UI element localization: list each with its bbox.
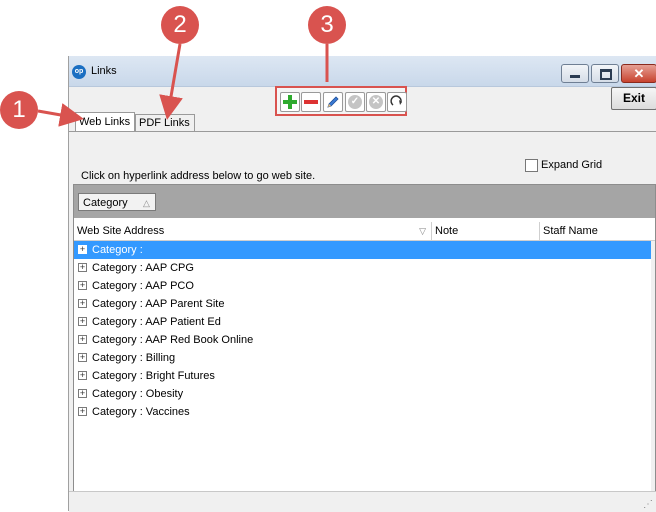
resize-grip-icon[interactable]: ⋰: [643, 499, 653, 510]
tab-divider: [69, 131, 656, 132]
maximize-button[interactable]: [591, 64, 619, 83]
close-icon: ✕: [633, 66, 645, 81]
group-row-label: Category : AAP PCO: [92, 280, 194, 292]
expand-icon[interactable]: +: [78, 353, 87, 362]
expand-icon[interactable]: +: [78, 281, 87, 290]
callout-1: 1: [0, 91, 38, 129]
group-row[interactable]: + Category : Billing: [74, 349, 651, 367]
hint-text: Click on hyperlink address below to go w…: [81, 170, 316, 182]
expand-icon[interactable]: +: [78, 263, 87, 272]
group-row-label: Category : Bright Futures: [92, 370, 215, 382]
group-row-label: Category :: [92, 244, 143, 256]
vertical-scrollbar[interactable]: [651, 241, 655, 493]
window-title: Links: [91, 65, 117, 77]
delete-button[interactable]: [301, 92, 321, 112]
grid-header: Web Site Address ▽ Note Staff Name: [74, 222, 655, 241]
cancel-icon: ✕: [369, 95, 383, 109]
tab-web-links[interactable]: Web Links: [75, 112, 135, 131]
group-row-label: Category : Obesity: [92, 388, 184, 400]
add-button[interactable]: [280, 92, 300, 112]
sort-ascending-icon: △: [143, 198, 150, 208]
expand-icon[interactable]: +: [78, 299, 87, 308]
group-row-label: Category : Vaccines: [92, 406, 190, 418]
expand-icon[interactable]: +: [78, 371, 87, 380]
group-row[interactable]: + Category : AAP CPG: [74, 259, 651, 277]
group-row[interactable]: + Category : AAP Patient Ed: [74, 313, 651, 331]
column-header-staff-name[interactable]: Staff Name: [540, 222, 655, 240]
edit-icon: [327, 96, 339, 108]
title-bar: op Links ✕: [69, 56, 656, 87]
group-chip-category[interactable]: Category △: [78, 193, 156, 211]
exit-button[interactable]: Exit: [611, 87, 656, 110]
group-row-label: Category : AAP Parent Site: [92, 298, 225, 310]
expand-icon[interactable]: +: [78, 317, 87, 326]
refresh-icon: [390, 95, 402, 106]
column-header-note[interactable]: Note: [432, 222, 540, 240]
column-header-label: Note: [435, 225, 459, 237]
group-row[interactable]: + Category : AAP PCO: [74, 277, 651, 295]
column-header-web-site-address[interactable]: Web Site Address ▽: [74, 222, 432, 240]
group-row[interactable]: + Category :: [74, 241, 651, 259]
group-row[interactable]: + Category : AAP Red Book Online: [74, 331, 651, 349]
tab-pdf-links[interactable]: PDF Links: [135, 114, 195, 131]
expand-grid-label: Expand Grid: [541, 159, 603, 171]
expand-icon[interactable]: +: [78, 389, 87, 398]
expand-icon[interactable]: +: [78, 245, 87, 254]
group-chip-label: Category: [83, 197, 128, 209]
links-grid: Category △ Web Site Address ▽ Note Staff…: [73, 184, 656, 494]
expand-grid-checkbox[interactable]: [525, 159, 538, 172]
callout-2: 2: [161, 6, 199, 44]
column-header-label: Staff Name: [543, 225, 598, 237]
expand-icon[interactable]: +: [78, 407, 87, 416]
minimize-button[interactable]: [561, 64, 589, 83]
group-row[interactable]: + Category : AAP Parent Site: [74, 295, 651, 313]
callout-3: 3: [308, 6, 346, 44]
links-window: op Links ✕ Exit ✓ ✕ Web Links PDF Links …: [68, 56, 656, 512]
confirm-icon: ✓: [348, 95, 362, 109]
group-row-label: Category : AAP Red Book Online: [92, 334, 254, 346]
maximize-icon: [600, 69, 612, 80]
group-by-panel: Category △: [74, 185, 655, 218]
close-button[interactable]: ✕: [621, 64, 656, 83]
group-row-label: Category : Billing: [92, 352, 176, 364]
app-logo-icon: op: [72, 65, 86, 79]
refresh-button[interactable]: [387, 92, 407, 112]
cancel-button[interactable]: ✕: [366, 92, 386, 112]
delete-icon: [304, 100, 318, 104]
minimize-icon: [570, 75, 580, 78]
edit-button[interactable]: [323, 92, 343, 112]
group-row[interactable]: + Category : Bright Futures: [74, 367, 651, 385]
group-row-label: Category : AAP Patient Ed: [92, 316, 221, 328]
expand-icon[interactable]: +: [78, 335, 87, 344]
confirm-button[interactable]: ✓: [345, 92, 365, 112]
filter-icon[interactable]: ▽: [419, 222, 426, 240]
group-row[interactable]: + Category : Obesity: [74, 385, 651, 403]
status-bar: ⋰: [69, 491, 656, 512]
grid-toolbar: ✓ ✕: [275, 86, 407, 116]
column-header-label: Web Site Address: [77, 225, 165, 237]
group-row[interactable]: + Category : Vaccines: [74, 403, 651, 421]
group-row-label: Category : AAP CPG: [92, 262, 194, 274]
